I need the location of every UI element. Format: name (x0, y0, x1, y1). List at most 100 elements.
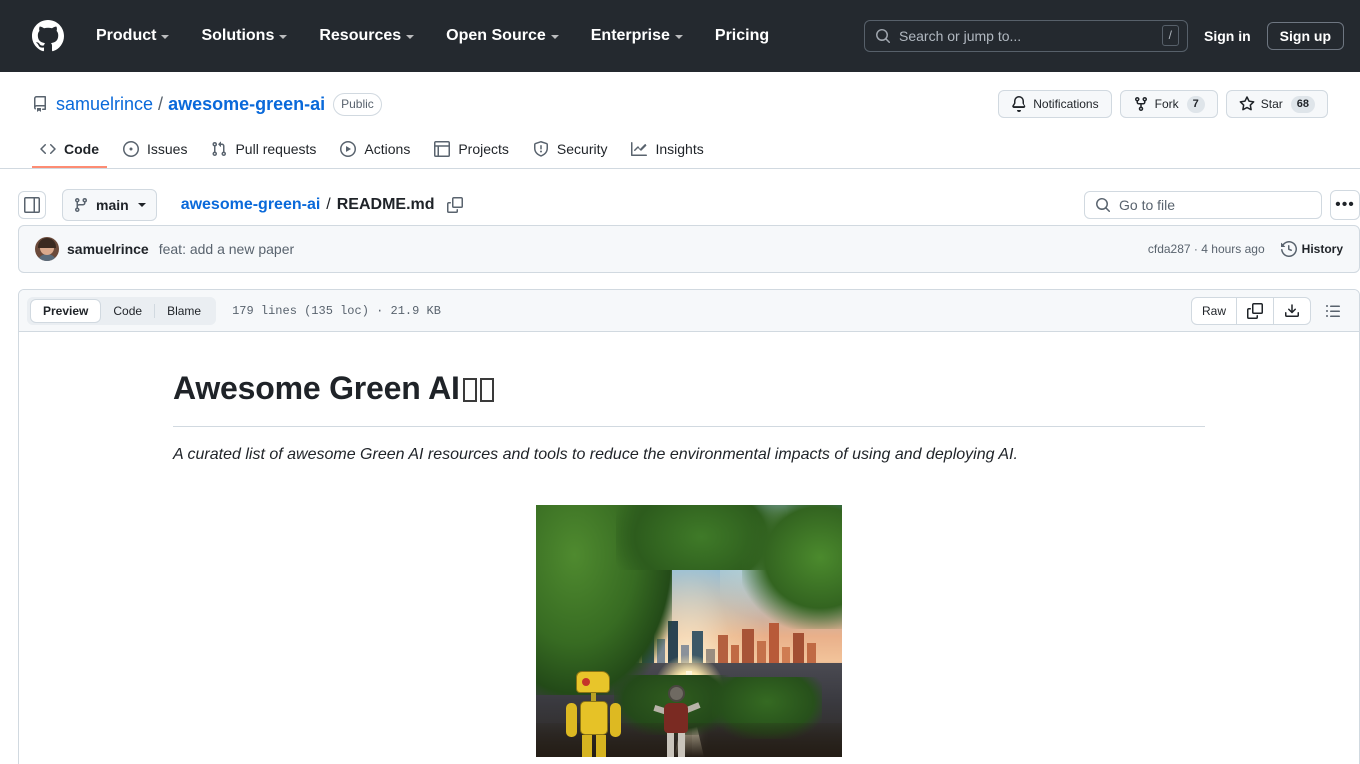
play-icon (340, 141, 357, 157)
repo-visibility-badge: Public (333, 92, 382, 116)
raw-button[interactable]: Raw (1192, 297, 1237, 324)
repository-nav-tabs: Code Issues Pull requests Actions Projec… (32, 134, 1328, 168)
copy-path-icon[interactable] (446, 197, 463, 213)
outline-button[interactable] (1319, 297, 1347, 325)
commit-sha[interactable]: cfda287 (1148, 242, 1191, 256)
repo-book-icon (32, 96, 48, 112)
file-navigation-bar: main awesome-green-ai / README.md Go to … (0, 169, 1360, 225)
repo-owner-link[interactable]: samuelrince (56, 94, 153, 115)
readme-inner: Awesome Green AI A curated list of aweso… (173, 368, 1205, 757)
chevron-down-icon (406, 34, 415, 39)
star-count: 68 (1290, 95, 1315, 113)
shield-icon (533, 141, 549, 157)
issue-opened-icon (123, 141, 139, 157)
chevron-down-icon (137, 203, 146, 207)
graph-icon (631, 141, 648, 157)
tab-actions[interactable]: Actions (332, 134, 418, 168)
sign-in-button[interactable]: Sign in (1204, 28, 1251, 44)
history-label: History (1301, 242, 1343, 256)
yellow-robot (564, 671, 630, 757)
tab-label: Issues (147, 141, 188, 157)
tab-label: Code (64, 141, 99, 157)
chevron-down-icon (674, 34, 683, 39)
commit-sha-separator: · (1193, 242, 1198, 256)
download-icon (1285, 303, 1299, 317)
global-nav-item-pricing[interactable]: Pricing (699, 19, 785, 53)
table-icon (434, 141, 451, 157)
breadcrumb-separator: / (326, 196, 331, 213)
go-to-file-input[interactable]: Go to file (1084, 191, 1322, 219)
star-icon (1239, 96, 1255, 112)
more-options-button[interactable]: ••• (1330, 190, 1360, 220)
copy-icon (1247, 302, 1263, 319)
tab-label: Actions (364, 141, 411, 157)
file-metadata: 179 lines (135 loc) · 21.9 KB (232, 303, 441, 318)
sign-up-button[interactable]: Sign up (1266, 21, 1344, 50)
file-action-group: Raw (1190, 296, 1311, 325)
notifications-label: Notifications (1033, 97, 1099, 111)
global-nav-item-resources[interactable]: Resources (303, 19, 430, 53)
search-icon (875, 28, 891, 44)
tab-security[interactable]: Security (525, 134, 616, 168)
commit-relative-time: 4 hours ago (1201, 242, 1265, 256)
file-toolbar-actions: Raw (1190, 296, 1351, 325)
repository-actions: Notifications Fork 7 Star 68 (998, 90, 1328, 118)
tab-projects[interactable]: Projects (426, 134, 517, 168)
global-nav-label: Product (96, 26, 157, 44)
file-view-tabs: Preview Code Blame (27, 296, 217, 325)
global-nav-label: Open Source (446, 26, 546, 44)
chevron-down-icon (161, 34, 170, 39)
star-button[interactable]: Star 68 (1225, 90, 1328, 118)
tab-preview[interactable]: Preview (30, 298, 102, 323)
history-link[interactable]: History (1280, 241, 1343, 257)
tab-issues[interactable]: Issues (115, 134, 195, 168)
global-nav-item-solutions[interactable]: Solutions (185, 19, 303, 53)
github-mark-icon[interactable] (32, 19, 64, 52)
code-icon (40, 141, 56, 157)
sidebar-expand-icon[interactable] (18, 191, 46, 219)
fork-count: 7 (1186, 95, 1205, 113)
tree-right (742, 505, 842, 629)
breadcrumb-current-file: README.md (336, 196, 435, 213)
breadcrumb-repo-link[interactable]: awesome-green-ai (181, 196, 321, 214)
repository-header: samuelrince / awesome-green-ai Public No… (0, 72, 1360, 169)
global-nav-label: Pricing (714, 26, 770, 44)
tab-insights[interactable]: Insights (623, 134, 711, 168)
tab-pull-requests[interactable]: Pull requests (203, 134, 324, 168)
notifications-button[interactable]: Notifications (998, 90, 1112, 118)
star-label: Star (1260, 97, 1283, 111)
global-nav-item-product[interactable]: Product (80, 19, 185, 53)
download-button[interactable] (1274, 298, 1310, 324)
commit-sha-and-time: cfda287 · 4 hours ago (1148, 242, 1265, 256)
global-nav-label: Enterprise (590, 26, 670, 44)
tab-label: Pull requests (235, 141, 317, 157)
readme-illustration-image (536, 505, 842, 757)
tab-blame[interactable]: Blame (155, 300, 213, 322)
tab-code[interactable]: Code (101, 300, 154, 322)
file-content-panel: Preview Code Blame 179 lines (135 loc) ·… (18, 289, 1360, 764)
content-area: samuelrince feat: add a new paper cfda28… (0, 225, 1360, 764)
global-nav-item-open-source[interactable]: Open Source (430, 19, 575, 53)
page-title: Awesome Green AI (173, 368, 1205, 427)
readme-subtitle: A curated list of awesome Green AI resou… (173, 446, 1018, 463)
repo-name-link[interactable]: awesome-green-ai (168, 94, 325, 115)
copy-raw-button[interactable] (1237, 297, 1274, 324)
bell-icon (1011, 96, 1027, 112)
search-placeholder: Search or jump to... (899, 27, 1022, 44)
repo-forked-icon (1133, 96, 1149, 112)
global-nav: Product Solutions Resources Open Source … (80, 19, 785, 53)
chevron-down-icon (279, 34, 288, 39)
branch-name: main (96, 197, 129, 213)
commit-author-link[interactable]: samuelrince (67, 241, 149, 257)
avatar[interactable] (35, 237, 59, 261)
commit-message-link[interactable]: feat: add a new paper (159, 241, 294, 257)
global-nav-item-enterprise[interactable]: Enterprise (575, 19, 699, 53)
tab-code[interactable]: Code (32, 134, 107, 168)
branch-selector-button[interactable]: main (62, 189, 157, 221)
search-input[interactable]: Search or jump to... / (864, 19, 1188, 52)
search-shortcut-key: / (1161, 25, 1179, 46)
file-view-toolbar: Preview Code Blame 179 lines (135 loc) ·… (19, 290, 1359, 332)
readme-figure (173, 505, 1205, 757)
fork-button[interactable]: Fork 7 (1119, 90, 1218, 118)
repository-title-row: samuelrince / awesome-green-ai Public No… (32, 88, 1328, 120)
